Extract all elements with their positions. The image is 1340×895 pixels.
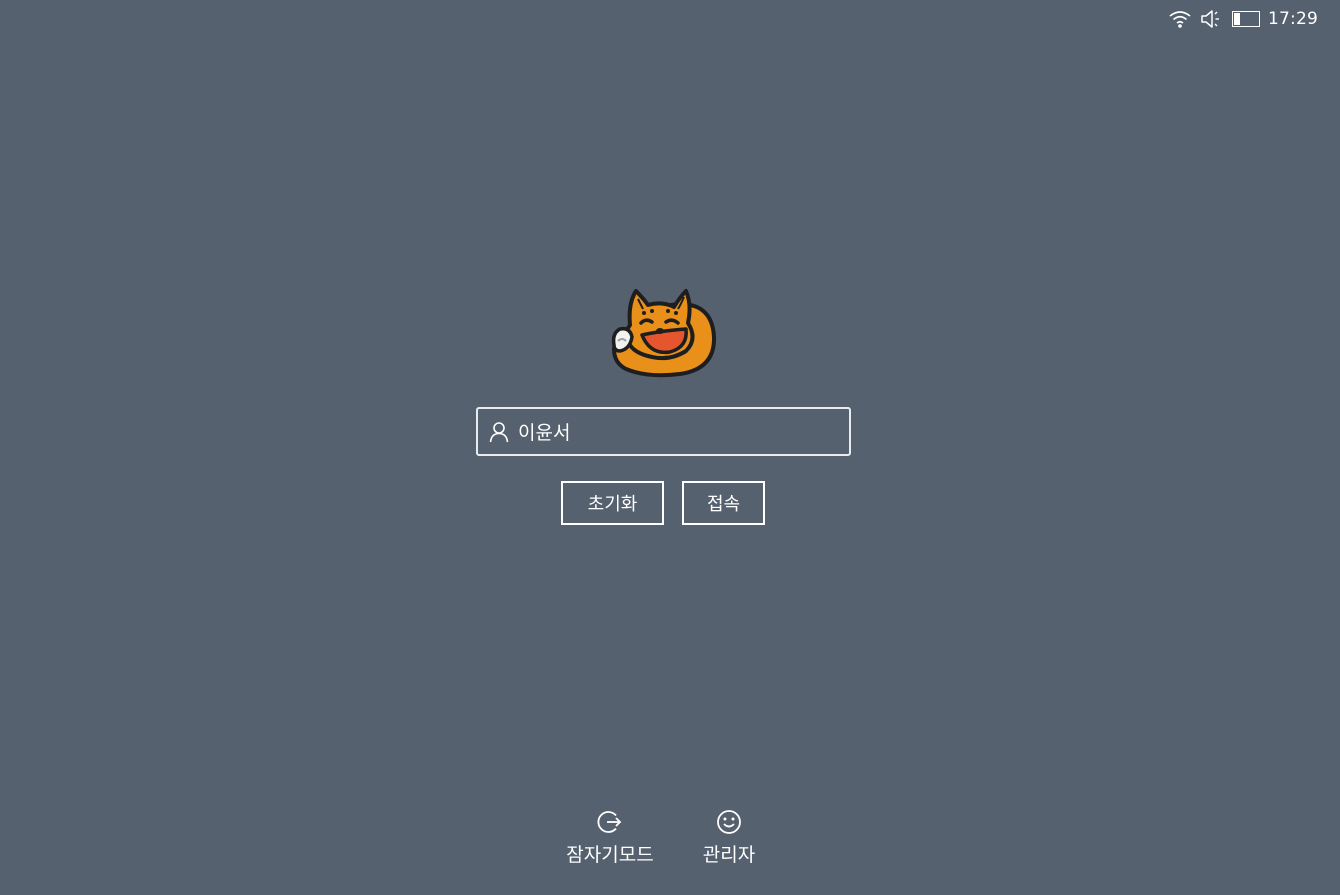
login-screen: 17:29 이윤서 초기화 접속 잠자기모드 관리자 xyxy=(0,0,1340,895)
username-field[interactable]: 이윤서 xyxy=(476,407,851,456)
reset-button[interactable]: 초기화 xyxy=(561,481,664,525)
battery-level xyxy=(1234,13,1240,25)
status-bar: 17:29 xyxy=(1168,6,1318,32)
wifi-icon[interactable] xyxy=(1168,9,1192,29)
sleep-mode-button[interactable]: 잠자기모드 xyxy=(558,808,662,867)
exit-icon xyxy=(596,808,624,836)
user-icon xyxy=(488,421,510,443)
battery-icon[interactable] xyxy=(1232,11,1260,27)
speaker-icon[interactable] xyxy=(1200,9,1224,29)
fox-mascot-icon xyxy=(608,285,718,380)
admin-button[interactable]: 관리자 xyxy=(696,808,762,867)
smiley-icon xyxy=(715,808,743,836)
admin-label: 관리자 xyxy=(702,844,756,866)
battery-outline xyxy=(1232,11,1260,27)
sleep-mode-label: 잠자기모드 xyxy=(566,844,654,866)
username-value: 이윤서 xyxy=(518,422,571,444)
connect-button[interactable]: 접속 xyxy=(682,481,765,525)
clock[interactable]: 17:29 xyxy=(1268,9,1318,29)
